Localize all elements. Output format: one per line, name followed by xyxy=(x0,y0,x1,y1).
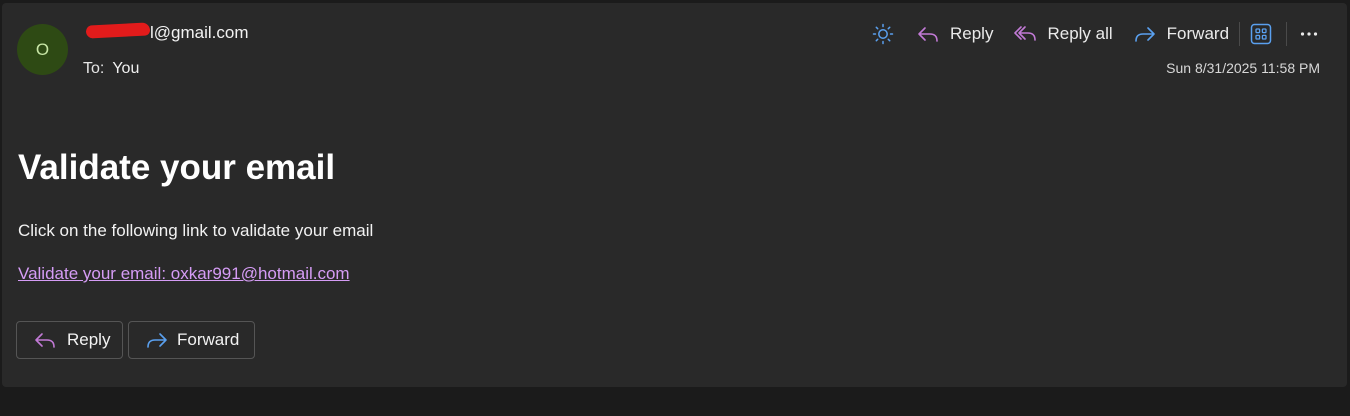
reply-all-label: Reply all xyxy=(1047,24,1113,43)
reply-all-button[interactable]: Reply all xyxy=(1013,20,1113,48)
footer-reply-button[interactable]: Reply xyxy=(16,321,123,359)
message-timestamp: Sun 8/31/2025 11:58 PM xyxy=(1166,60,1320,76)
recipient-name[interactable]: You xyxy=(112,60,139,77)
sender-avatar[interactable]: O xyxy=(17,24,68,75)
sender-address[interactable]: l@gmail.com xyxy=(82,21,249,45)
forward-icon xyxy=(145,329,169,351)
toolbar-divider xyxy=(1239,22,1241,46)
email-subject-heading: Validate your email xyxy=(18,148,336,187)
sun-icon xyxy=(872,23,894,45)
validate-email-link[interactable]: Validate your email: oxkar991@hotmail.co… xyxy=(18,262,350,286)
to-label: To: xyxy=(83,60,105,77)
forward-icon xyxy=(1133,23,1157,45)
reply-button[interactable]: Reply xyxy=(916,20,993,48)
toolbar-divider xyxy=(1286,22,1288,46)
footer-forward-button[interactable]: Forward xyxy=(128,321,255,359)
email-body-text: Click on the following link to validate … xyxy=(18,221,374,240)
more-actions-button[interactable] xyxy=(1297,20,1321,48)
footer-forward-label: Forward xyxy=(177,330,240,349)
apps-button[interactable] xyxy=(1248,20,1274,48)
theme-toggle-button[interactable] xyxy=(870,20,896,48)
redaction-mark xyxy=(82,21,150,45)
reply-all-icon xyxy=(1013,23,1037,45)
forward-label: Forward xyxy=(1166,24,1230,43)
forward-button[interactable]: Forward xyxy=(1133,20,1229,48)
recipient-line: To: You xyxy=(83,58,139,80)
reply-label: Reply xyxy=(950,24,994,43)
footer-reply-label: Reply xyxy=(67,330,111,349)
more-icon xyxy=(1299,24,1319,44)
sender-email-text: l@gmail.com xyxy=(150,23,249,42)
email-reading-pane: O l@gmail.com To: You Reply Reply all Fo… xyxy=(2,3,1347,387)
reply-icon xyxy=(916,23,940,45)
reply-icon xyxy=(33,329,57,351)
apps-icon xyxy=(1250,23,1272,45)
message-toolbar: Reply Reply all Forward xyxy=(870,20,1321,48)
